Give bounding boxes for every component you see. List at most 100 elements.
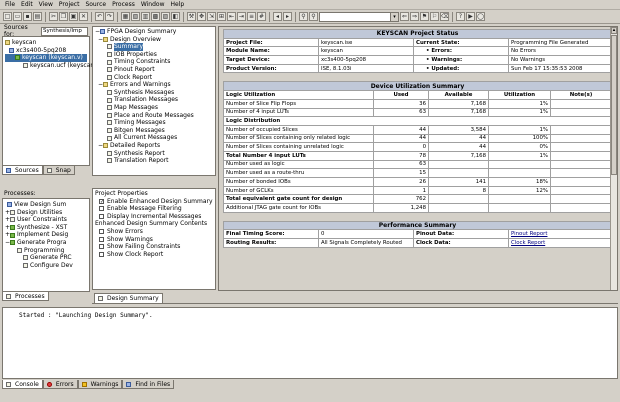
show-clock-checkbox[interactable]: Show Clock Report xyxy=(95,251,213,259)
print-icon[interactable]: ▤ xyxy=(33,12,42,21)
report-scrollbar[interactable]: ▴ xyxy=(610,27,617,290)
show-warnings-checkbox[interactable]: Show Warnings xyxy=(95,236,213,244)
summary-tree-item[interactable]: Synthesis Messages xyxy=(95,89,213,97)
menu-edit[interactable]: Edit xyxy=(18,1,36,8)
checkbox[interactable] xyxy=(99,206,104,212)
summary-tree-item[interactable]: Map Messages xyxy=(95,104,213,112)
find-icon[interactable]: ⚲ xyxy=(299,12,308,21)
menu-process[interactable]: Process xyxy=(109,1,138,8)
move-icon[interactable]: ✥ xyxy=(197,12,206,21)
checkbox[interactable] xyxy=(99,244,104,250)
process-item[interactable]: + Synthesize - XST xyxy=(5,224,87,232)
layout-icon[interactable]: ▨ xyxy=(161,12,170,21)
cascade-icon[interactable]: ▧ xyxy=(131,12,140,21)
tab-design-summary[interactable]: Design Summary xyxy=(94,293,163,303)
show-errors-checkbox[interactable]: Show Errors xyxy=(95,228,213,236)
scroll-thumb[interactable] xyxy=(611,35,617,175)
checkbox-checked[interactable]: ✓ xyxy=(99,198,104,204)
process-item[interactable]: Configure Dev xyxy=(5,262,87,270)
menu-file[interactable]: File xyxy=(2,1,18,8)
bookmark-next-icon[interactable]: ⚐ xyxy=(430,12,439,21)
sources-select[interactable]: Synthesis/Imp xyxy=(41,26,88,36)
tree-item-project[interactable]: keyscan xyxy=(5,39,87,47)
checkbox[interactable] xyxy=(99,252,104,258)
delete-icon[interactable]: ✕ xyxy=(79,12,88,21)
format-icon[interactable]: ≡ xyxy=(247,12,256,21)
show-failing-checkbox[interactable]: Show Failing Constraints xyxy=(95,243,213,251)
process-item[interactable]: + Implement Desig xyxy=(5,231,87,239)
indent-icon[interactable]: ⇥ xyxy=(237,12,246,21)
summary-tree-root[interactable]: − FPGA Design Summary xyxy=(95,28,213,36)
process-item[interactable]: View Design Sum xyxy=(5,201,87,209)
menu-window[interactable]: Window xyxy=(138,1,168,8)
run-icon[interactable]: ▶ xyxy=(466,12,475,21)
tile-icon[interactable]: ▥ xyxy=(141,12,150,21)
back-icon[interactable]: ◂ xyxy=(273,12,282,21)
summary-tree-item[interactable]: Timing Constraints xyxy=(95,58,213,66)
cut-icon[interactable]: ✂ xyxy=(49,12,58,21)
summary-tree-item[interactable]: Translation Report xyxy=(95,157,213,165)
enhanced-summary-checkbox[interactable]: ✓ Enable Enhanced Design Summary xyxy=(95,198,213,206)
comment-icon[interactable]: # xyxy=(257,12,266,21)
tree-item-device[interactable]: xc3s400-5pq208 xyxy=(5,47,87,55)
paste-icon[interactable]: ▣ xyxy=(69,12,78,21)
summary-tree-folder[interactable]: − Detailed Reports xyxy=(95,142,213,150)
copy-icon[interactable]: ❐ xyxy=(59,12,68,21)
tab-sources[interactable]: Sources xyxy=(2,166,43,175)
summary-tree-item[interactable]: All Current Messages xyxy=(95,134,213,142)
message-filtering-checkbox[interactable]: Enable Message Filtering xyxy=(95,205,213,213)
undo-icon[interactable]: ↶ xyxy=(95,12,104,21)
console-output[interactable]: Started : "Launching Design Summary". xyxy=(2,307,618,379)
process-item[interactable]: − Generate Progra xyxy=(5,239,87,247)
checkbox[interactable] xyxy=(99,236,104,242)
tab-snapshots[interactable]: Snap xyxy=(42,166,75,175)
summary-tree-folder[interactable]: − Errors and Warnings xyxy=(95,81,213,89)
stop-icon[interactable]: ◯ xyxy=(476,12,485,21)
process-item[interactable]: + User Constraints xyxy=(5,216,87,224)
checkbox[interactable] xyxy=(99,229,104,235)
tab-errors[interactable]: Errors xyxy=(42,380,78,389)
tab-find-in-files[interactable]: Find in Files xyxy=(122,380,175,389)
new-icon[interactable]: □ xyxy=(3,12,12,21)
menu-project[interactable]: Project xyxy=(56,1,83,8)
clear-icon[interactable]: ⌫ xyxy=(440,12,449,21)
tree-item-module[interactable]: keyscan (keyscan.v) xyxy=(5,54,87,62)
summary-tree-item[interactable]: Pinout Report xyxy=(95,66,213,74)
arrow-icon[interactable]: ⇲ xyxy=(207,12,216,21)
tools-icon[interactable]: ⚒ xyxy=(187,12,196,21)
incremental-messages-checkbox[interactable]: Display Incremental Messsages xyxy=(95,213,213,221)
process-item[interactable]: Programming xyxy=(5,247,87,255)
summary-tree-folder[interactable]: − Design Overview xyxy=(95,36,213,44)
panel-icon[interactable]: ◧ xyxy=(171,12,180,21)
process-item[interactable]: Generate PRC xyxy=(5,254,87,262)
window-icon[interactable]: ▦ xyxy=(121,12,130,21)
summary-tree-item[interactable]: IOB Properties xyxy=(95,51,213,59)
tab-console[interactable]: Console xyxy=(2,380,43,389)
menu-view[interactable]: View xyxy=(36,1,56,8)
summary-tree-item[interactable]: Bitgen Messages xyxy=(95,127,213,135)
redo-icon[interactable]: ↷ xyxy=(105,12,114,21)
search-dropdown[interactable]: ▾ xyxy=(319,11,399,22)
summary-tree-item[interactable]: Place and Route Messages xyxy=(95,112,213,120)
tab-warnings[interactable]: Warnings xyxy=(77,380,123,389)
prev-icon[interactable]: ⇐ xyxy=(400,12,409,21)
forward-icon[interactable]: ▸ xyxy=(283,12,292,21)
tree-item-ucf[interactable]: keyscan.ucf (keyscan.ucf) xyxy=(5,62,108,70)
find-next-icon[interactable]: ⚲ xyxy=(309,12,318,21)
process-item[interactable]: + Design Utilities xyxy=(5,209,87,217)
summary-tree-item[interactable]: Summary xyxy=(95,43,213,51)
bookmark-icon[interactable]: ⚑ xyxy=(420,12,429,21)
next-icon[interactable]: ⇒ xyxy=(410,12,419,21)
insert-icon[interactable]: ⊞ xyxy=(217,12,226,21)
open-icon[interactable]: ▭ xyxy=(13,12,22,21)
clock-report-link[interactable]: Clock Report xyxy=(508,238,612,248)
scroll-up-icon[interactable]: ▴ xyxy=(611,27,617,34)
chevron-down-icon[interactable]: ▾ xyxy=(390,12,398,21)
checkbox[interactable] xyxy=(99,214,104,220)
menu-source[interactable]: Source xyxy=(82,1,109,8)
menu-help[interactable]: Help xyxy=(168,1,188,8)
tab-processes[interactable]: Processes xyxy=(2,292,49,301)
summary-tree-item[interactable]: Synthesis Report xyxy=(95,150,213,158)
save-icon[interactable]: ▪ xyxy=(23,12,32,21)
grid-icon[interactable]: ▩ xyxy=(151,12,160,21)
